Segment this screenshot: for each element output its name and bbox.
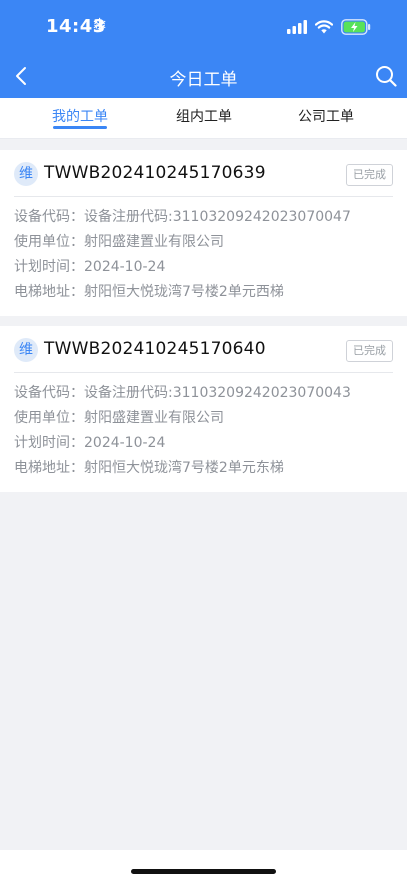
work-order-card[interactable]: 维 TWWB202410245170640 已完成 设备代码：设备注册代码:31… bbox=[0, 326, 407, 492]
row-value: 2024-10-24 bbox=[84, 259, 166, 275]
elevator-address-row: 电梯地址：射阳恒大悦珑湾7号楼2单元东梯 bbox=[14, 456, 393, 481]
row-label: 使用单位： bbox=[14, 410, 84, 426]
snowflake-icon: ❄ bbox=[92, 15, 108, 36]
tab-my-orders[interactable]: 我的工单 bbox=[40, 106, 120, 126]
row-label: 设备代码： bbox=[14, 209, 84, 225]
maintenance-badge: 维 bbox=[14, 162, 38, 186]
row-value: 设备注册代码:31103209242023070047 bbox=[84, 209, 351, 225]
card-details: 设备代码：设备注册代码:31103209242023070043 使用单位：射阳… bbox=[0, 373, 407, 481]
nav-bar: 今日工单 bbox=[0, 54, 407, 98]
row-label: 电梯地址： bbox=[14, 460, 84, 476]
order-number: TWWB202410245170639 bbox=[44, 163, 266, 183]
row-value: 2024-10-24 bbox=[84, 435, 166, 451]
status-bar: 14:43 ❄ bbox=[0, 0, 407, 54]
row-label: 计划时间： bbox=[14, 435, 84, 451]
status-badge: 已完成 bbox=[346, 164, 393, 186]
row-label: 计划时间： bbox=[14, 259, 84, 275]
tab-company-orders[interactable]: 公司工单 bbox=[286, 106, 366, 126]
device-code-row: 设备代码：设备注册代码:31103209242023070043 bbox=[14, 381, 393, 406]
card-details: 设备代码：设备注册代码:31103209242023070047 使用单位：射阳… bbox=[0, 197, 407, 305]
page-title: 今日工单 bbox=[169, 70, 238, 90]
order-number: TWWB202410245170640 bbox=[44, 339, 266, 359]
wifi-icon bbox=[315, 20, 333, 34]
home-indicator[interactable] bbox=[131, 869, 276, 874]
plan-time-row: 计划时间：2024-10-24 bbox=[14, 255, 393, 280]
home-indicator-area bbox=[0, 850, 407, 883]
row-value: 射阳盛建置业有限公司 bbox=[84, 410, 224, 426]
row-value: 射阳盛建置业有限公司 bbox=[84, 234, 224, 250]
tab-bar: 我的工单 组内工单 公司工单 bbox=[0, 98, 407, 139]
card-header: 维 TWWB202410245170639 已完成 bbox=[14, 150, 393, 197]
active-tab-indicator bbox=[53, 126, 107, 129]
device-code-row: 设备代码：设备注册代码:31103209242023070047 bbox=[14, 205, 393, 230]
row-value: 射阳恒大悦珑湾7号楼2单元西梯 bbox=[84, 284, 284, 300]
signal-icon bbox=[287, 20, 307, 34]
card-header: 维 TWWB202410245170640 已完成 bbox=[14, 326, 393, 373]
maintenance-badge: 维 bbox=[14, 338, 38, 362]
battery-charging-icon bbox=[341, 19, 371, 35]
row-label: 使用单位： bbox=[14, 234, 84, 250]
tab-group-orders[interactable]: 组内工单 bbox=[164, 106, 244, 126]
elevator-address-row: 电梯地址：射阳恒大悦珑湾7号楼2单元西梯 bbox=[14, 280, 393, 305]
row-label: 设备代码： bbox=[14, 385, 84, 401]
row-label: 电梯地址： bbox=[14, 284, 84, 300]
work-order-card[interactable]: 维 TWWB202410245170639 已完成 设备代码：设备注册代码:31… bbox=[0, 150, 407, 316]
app-header: 14:43 ❄ 今日工单 bbox=[0, 0, 407, 98]
unit-row: 使用单位：射阳盛建置业有限公司 bbox=[14, 406, 393, 431]
search-icon[interactable] bbox=[375, 65, 397, 87]
status-badge: 已完成 bbox=[346, 340, 393, 362]
unit-row: 使用单位：射阳盛建置业有限公司 bbox=[14, 230, 393, 255]
status-icons bbox=[287, 19, 371, 35]
plan-time-row: 计划时间：2024-10-24 bbox=[14, 431, 393, 456]
row-value: 设备注册代码:31103209242023070043 bbox=[84, 385, 351, 401]
row-value: 射阳恒大悦珑湾7号楼2单元东梯 bbox=[84, 460, 284, 476]
